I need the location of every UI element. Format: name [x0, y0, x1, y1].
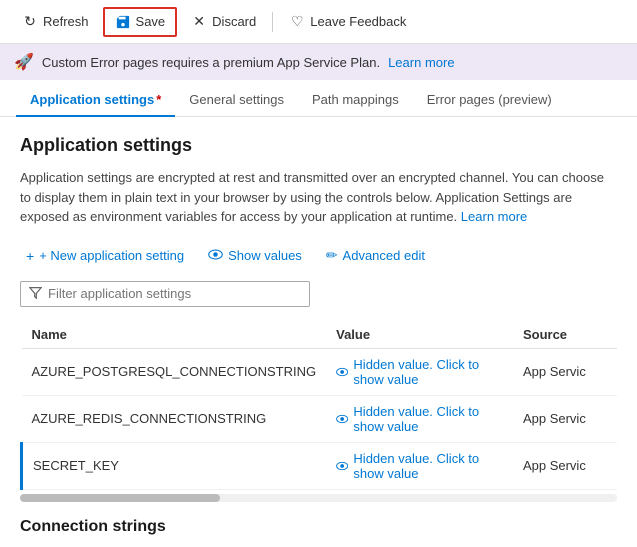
refresh-button[interactable]: ↻ Refresh — [12, 9, 99, 35]
tab-general-settings[interactable]: General settings — [175, 82, 298, 117]
settings-table: Name Value Source AZURE_POSTGRESQL_CONNE… — [20, 321, 617, 490]
refresh-icon: ↻ — [22, 14, 38, 30]
discard-label: Discard — [212, 14, 256, 29]
tab-general-label: General settings — [189, 92, 284, 107]
filter-input-wrap — [20, 281, 310, 307]
setting-name-cell: AZURE_POSTGRESQL_CONNECTIONSTRING — [22, 348, 327, 395]
tabs: Application settings* General settings P… — [0, 82, 637, 117]
show-values-label: Show values — [228, 248, 302, 263]
tab-path-label: Path mappings — [312, 92, 399, 107]
description: Application settings are encrypted at re… — [20, 168, 617, 227]
table-header-row: Name Value Source — [22, 321, 618, 349]
setting-value-cell[interactable]: Hidden value. Click to show value — [326, 348, 513, 395]
col-header-value: Value — [326, 321, 513, 349]
save-label: Save — [136, 14, 166, 29]
tab-path-mappings[interactable]: Path mappings — [298, 82, 413, 117]
toolbar: ↻ Refresh Save ✕ Discard ♡ Leave Feedbac… — [0, 0, 637, 44]
setting-source-cell: App Servic — [513, 395, 617, 442]
setting-name-cell: SECRET_KEY — [22, 442, 327, 489]
tab-error-pages[interactable]: Error pages (preview) — [413, 82, 566, 117]
save-icon — [115, 14, 131, 30]
refresh-label: Refresh — [43, 14, 89, 29]
col-header-source: Source — [513, 321, 617, 349]
toolbar-divider — [272, 12, 273, 32]
tab-error-label: Error pages (preview) — [427, 92, 552, 107]
filter-row — [20, 281, 617, 307]
table-row[interactable]: SECRET_KEY Hidden value. Click to show v… — [22, 442, 618, 489]
new-app-setting-button[interactable]: + + New application setting — [20, 244, 190, 268]
horizontal-scrollbar[interactable] — [20, 494, 617, 502]
tab-app-settings-label: Application settings — [30, 92, 154, 107]
setting-value-cell[interactable]: Hidden value. Click to show value — [326, 395, 513, 442]
main-content: Application settings Application setting… — [0, 117, 637, 544]
discard-icon: ✕ — [191, 14, 207, 30]
discard-button[interactable]: ✕ Discard — [181, 9, 266, 35]
info-banner: 🚀 Custom Error pages requires a premium … — [0, 44, 637, 80]
description-learn-more-link[interactable]: Learn more — [461, 209, 527, 224]
required-star: * — [156, 92, 161, 107]
advanced-edit-button[interactable]: ✏ Advanced edit — [320, 243, 431, 268]
section-title: Application settings — [20, 135, 617, 156]
banner-learn-more-link[interactable]: Learn more — [388, 55, 454, 70]
setting-source-cell: App Servic — [513, 348, 617, 395]
eye-icon — [336, 460, 348, 472]
show-values-icon — [208, 247, 223, 265]
show-values-button[interactable]: Show values — [202, 243, 308, 269]
action-row: + + New application setting Show values … — [20, 243, 617, 269]
edit-icon: ✏ — [326, 247, 338, 264]
filter-icon — [29, 286, 42, 302]
setting-name-cell: AZURE_REDIS_CONNECTIONSTRING — [22, 395, 327, 442]
col-header-name: Name — [22, 321, 327, 349]
filter-input[interactable] — [48, 286, 301, 301]
scroll-thumb — [20, 494, 220, 502]
feedback-icon: ♡ — [289, 14, 305, 30]
feedback-button[interactable]: ♡ Leave Feedback — [279, 9, 416, 35]
save-button[interactable]: Save — [103, 7, 178, 37]
plus-icon: + — [26, 248, 34, 264]
feedback-label: Leave Feedback — [310, 14, 406, 29]
tab-application-settings[interactable]: Application settings* — [16, 82, 175, 117]
setting-value-cell[interactable]: Hidden value. Click to show value — [326, 442, 513, 489]
advanced-edit-label: Advanced edit — [343, 248, 425, 263]
eye-icon — [336, 413, 348, 425]
connection-strings-title: Connection strings — [20, 510, 617, 540]
table-row[interactable]: AZURE_REDIS_CONNECTIONSTRING Hidden valu… — [22, 395, 618, 442]
table-row[interactable]: AZURE_POSTGRESQL_CONNECTIONSTRING Hidden… — [22, 348, 618, 395]
setting-source-cell: App Servic — [513, 442, 617, 489]
new-setting-label: + New application setting — [39, 248, 184, 263]
rocket-icon: 🚀 — [14, 52, 34, 72]
banner-text: Custom Error pages requires a premium Ap… — [42, 55, 380, 70]
eye-icon — [336, 366, 348, 378]
